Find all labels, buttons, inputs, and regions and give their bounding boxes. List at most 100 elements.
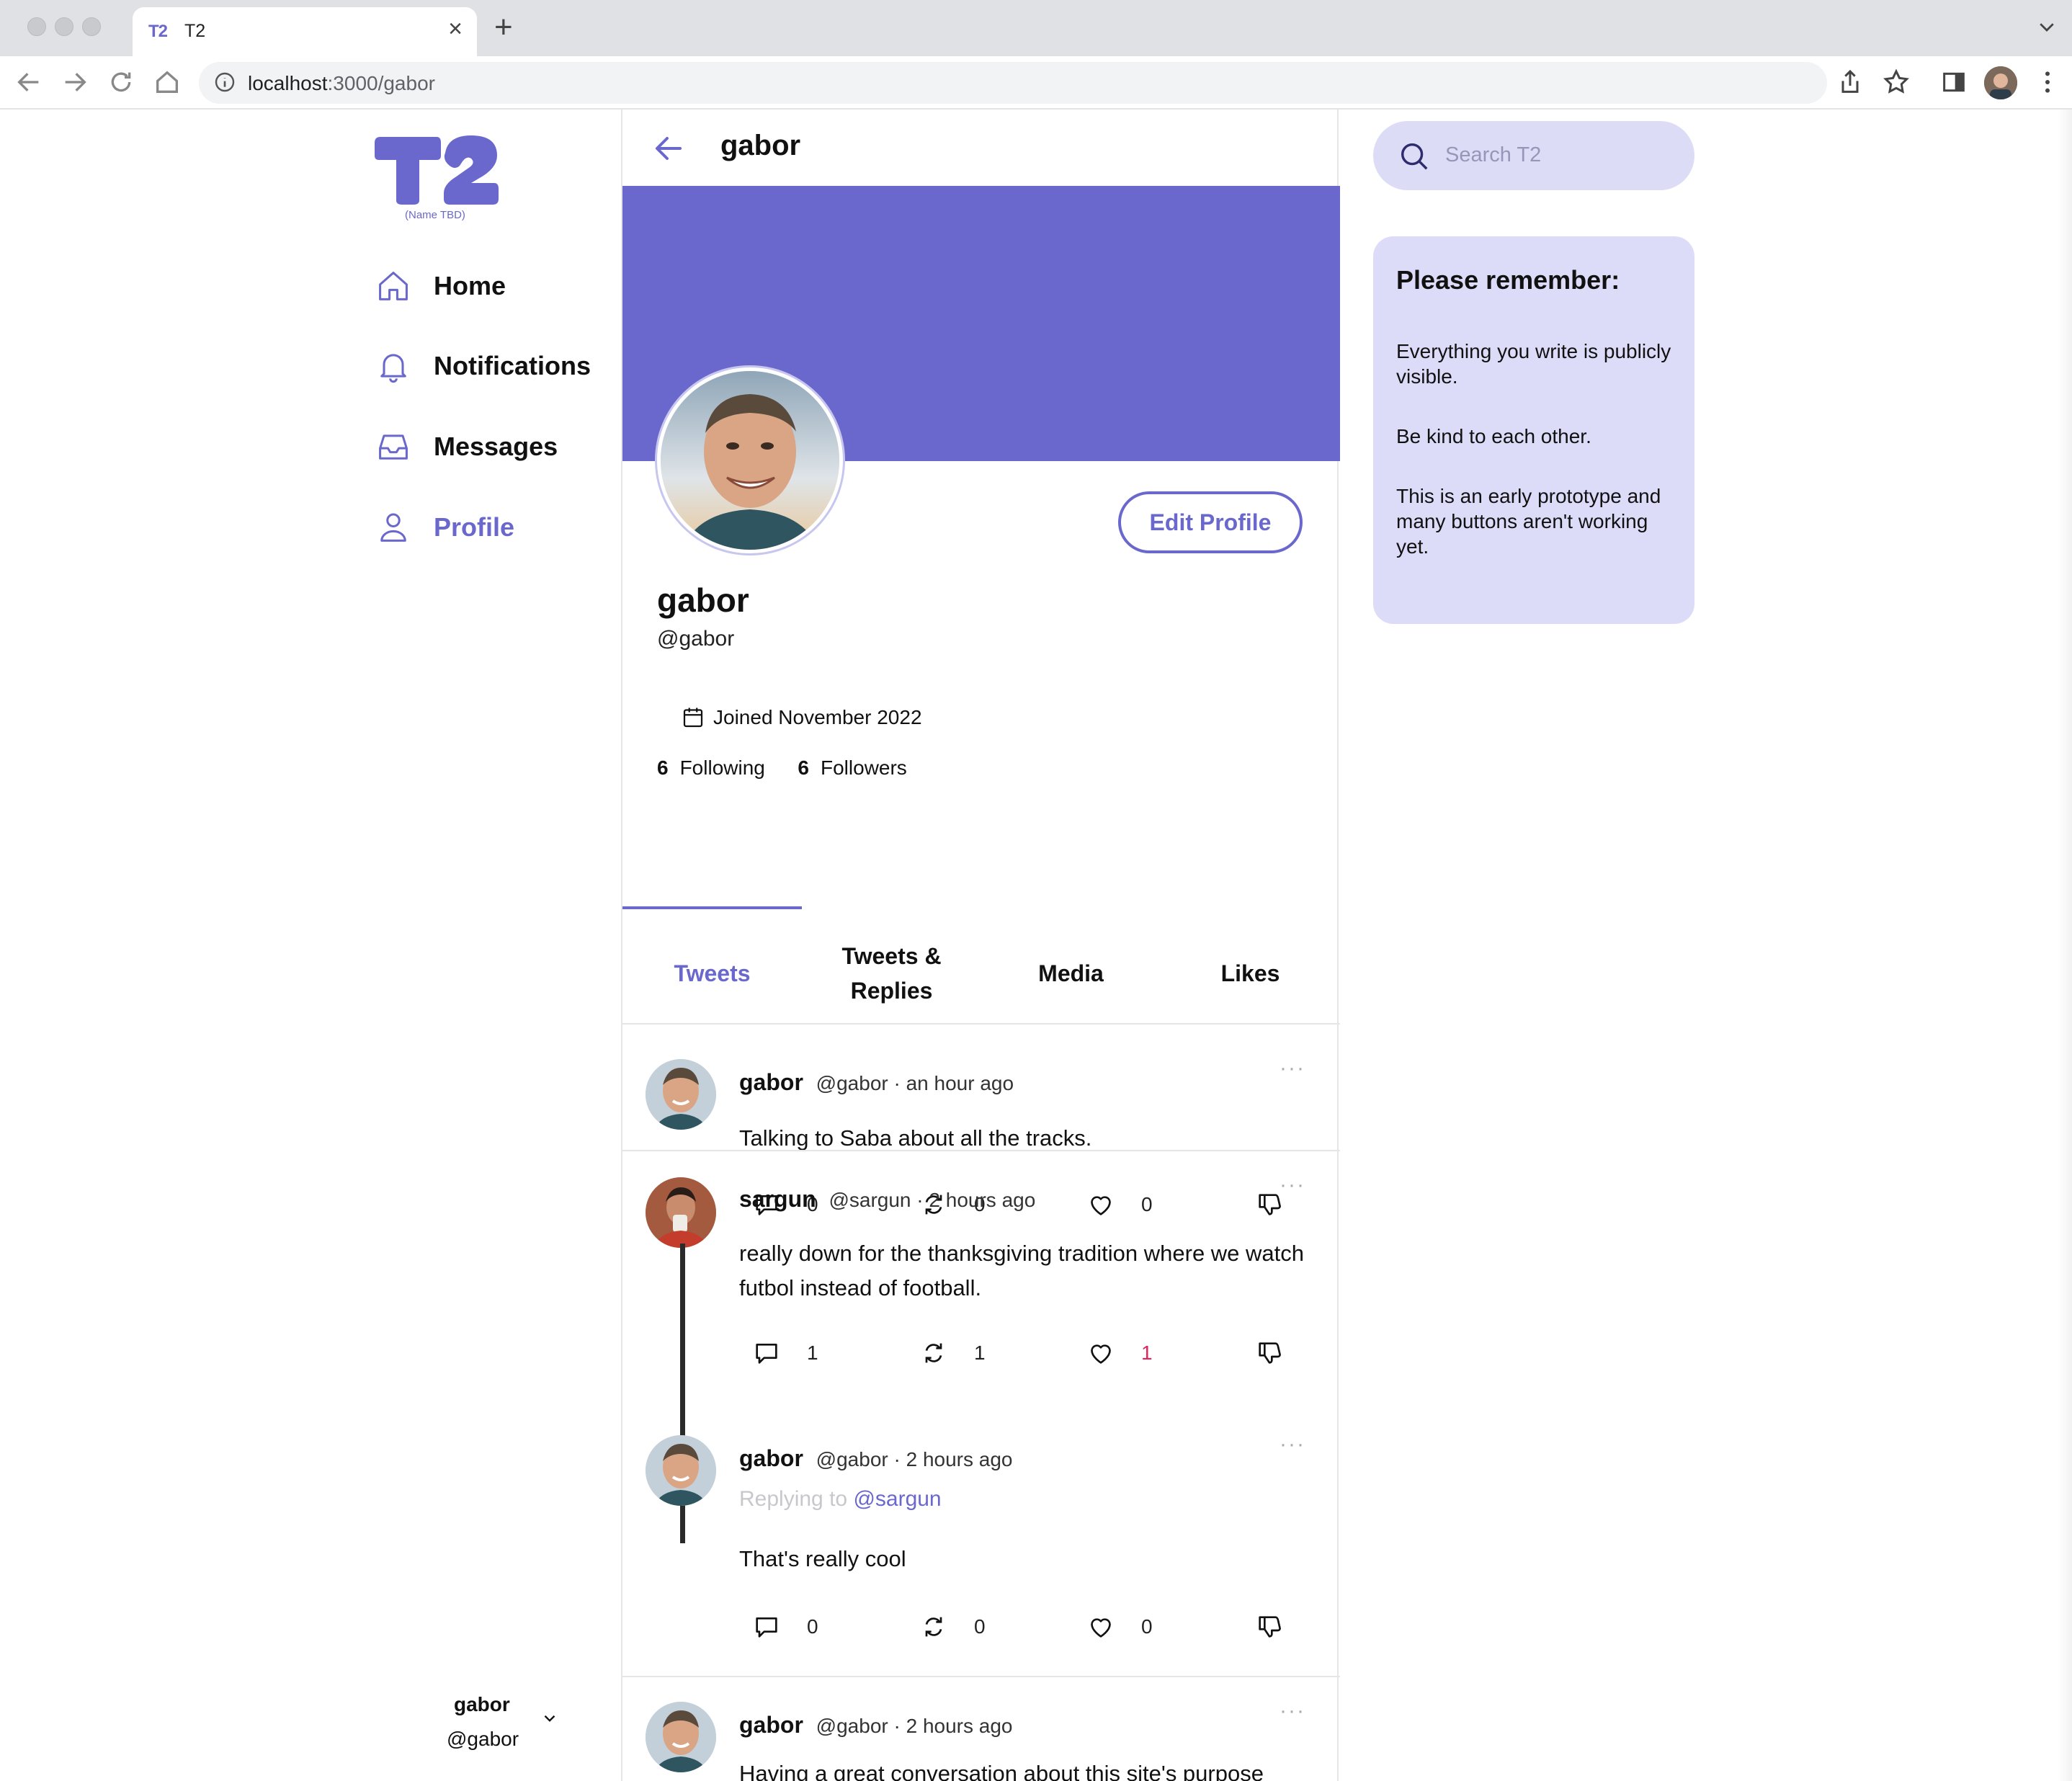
profile-avatar[interactable] xyxy=(657,367,843,553)
minimize-window-button[interactable] xyxy=(55,17,73,36)
like-count: 1 xyxy=(1141,1342,1153,1364)
more-options-icon[interactable]: ··· xyxy=(1280,1173,1305,1197)
following-stat[interactable]: 6 Following xyxy=(657,756,765,779)
tweet-avatar[interactable] xyxy=(646,1702,716,1772)
reminder-panel: Please remember: Everything you write is… xyxy=(1373,236,1694,624)
t2-logo[interactable] xyxy=(370,131,501,207)
like-count: 0 xyxy=(1141,1615,1153,1638)
reminder-line: Everything you write is publicly visible… xyxy=(1396,340,1671,388)
sidebar-item-label: Profile xyxy=(434,512,515,542)
browser-tab-bar: T2 T2 × + xyxy=(0,0,2072,56)
close-window-button[interactable] xyxy=(27,17,46,36)
more-options-icon[interactable]: ··· xyxy=(1280,1432,1305,1457)
tweet-body: That's really cool xyxy=(739,1546,906,1571)
back-icon[interactable] xyxy=(14,68,43,97)
dislike-action[interactable] xyxy=(1255,1339,1284,1367)
sidebar-item-messages[interactable]: Messages xyxy=(375,421,558,472)
forward-icon[interactable] xyxy=(61,68,89,97)
page-edge xyxy=(2058,110,2072,1781)
replying-to-handle[interactable]: @sargun xyxy=(853,1487,941,1511)
url-host: localhost xyxy=(248,72,328,94)
reply-action[interactable]: 1 xyxy=(752,1339,818,1367)
tweet-avatar[interactable] xyxy=(646,1059,716,1130)
sidebar-item-home[interactable]: Home xyxy=(375,261,506,311)
more-options-icon[interactable]: ··· xyxy=(1280,1699,1305,1723)
comment-icon xyxy=(756,1617,777,1638)
account-name: gabor xyxy=(454,1693,510,1715)
like-action[interactable]: 0 xyxy=(1086,1612,1153,1641)
new-tab-icon[interactable]: + xyxy=(494,12,513,43)
profile-header-bar: gabor xyxy=(622,110,1340,186)
tab-media[interactable]: Media xyxy=(981,924,1161,1023)
browser-tab[interactable]: T2 T2 × xyxy=(133,7,477,56)
tweet-author-handle: @gabor · xyxy=(816,1715,901,1737)
tweet-header: gabor @gabor · 2 hours ago xyxy=(739,1445,1012,1472)
reload-icon[interactable] xyxy=(107,68,135,97)
calendar-icon xyxy=(683,708,703,728)
browser-profile-avatar[interactable] xyxy=(1984,66,2017,99)
tab-close-icon[interactable]: × xyxy=(448,17,463,41)
sidebar-item-profile[interactable]: Profile xyxy=(375,502,514,553)
joined-date: Joined November 2022 xyxy=(680,705,922,731)
user-icon xyxy=(380,513,406,542)
tweet-card[interactable]: gabor @gabor · 2 hours ago ··· Having a … xyxy=(622,1677,1340,1781)
tab-tweets-and-replies[interactable]: Tweets & Replies xyxy=(802,924,981,1023)
followers-count: 6 xyxy=(798,756,809,779)
profile-handle: @gabor xyxy=(657,627,735,651)
tweet-author-name[interactable]: gabor xyxy=(739,1069,803,1095)
dislike-action[interactable] xyxy=(1255,1612,1284,1641)
follow-stats: 6 Following 6 Followers xyxy=(657,756,907,780)
address-bar[interactable]: localhost:3000/gabor xyxy=(199,62,1827,104)
tab-search-chevron-icon[interactable] xyxy=(2036,16,2058,37)
reply-count: 0 xyxy=(807,1615,818,1638)
browser-menu-icon[interactable] xyxy=(2033,68,2062,97)
retweet-icon xyxy=(925,1343,942,1363)
site-info-icon[interactable] xyxy=(213,71,236,94)
tweet-avatar[interactable] xyxy=(646,1177,716,1248)
tweet-time: an hour ago xyxy=(906,1072,1014,1094)
tab-tweets[interactable]: Tweets xyxy=(622,924,802,1023)
search-icon xyxy=(1401,143,1428,170)
replying-to-prefix: Replying to xyxy=(739,1487,848,1511)
tweet-time: 2 hours ago xyxy=(929,1189,1036,1211)
retweet-count: 0 xyxy=(974,1615,986,1638)
search-box[interactable]: Search T2 xyxy=(1373,121,1694,190)
tweet-header: gabor @gabor · an hour ago xyxy=(739,1069,1014,1096)
search-input[interactable]: Search T2 xyxy=(1445,143,1541,167)
tweet-card[interactable]: sargun @sargun · 2 hours ago ··· really … xyxy=(622,1151,1340,1408)
back-arrow-icon[interactable] xyxy=(651,131,686,166)
reminder-line: Be kind to each other. xyxy=(1396,425,1591,447)
tweet-author-name[interactable]: gabor xyxy=(739,1712,803,1738)
reply-action[interactable]: 0 xyxy=(752,1612,818,1641)
share-icon[interactable] xyxy=(1836,68,1865,97)
heart-icon xyxy=(1091,1344,1111,1364)
reminder-title: Please remember: xyxy=(1396,265,1620,295)
browser-toolbar: localhost:3000/gabor xyxy=(0,56,2072,110)
url-path: :3000/gabor xyxy=(327,72,435,94)
tweet-avatar[interactable] xyxy=(646,1435,716,1506)
zoom-window-button[interactable] xyxy=(82,17,101,36)
retweet-action[interactable]: 0 xyxy=(919,1612,986,1641)
tweet-author-name[interactable]: gabor xyxy=(739,1445,803,1471)
logo-subtitle: (Name TBD) xyxy=(405,209,465,221)
sidebar-item-notifications[interactable]: Notifications xyxy=(375,341,591,391)
side-panel-icon[interactable] xyxy=(1939,68,1968,97)
edit-profile-button[interactable]: Edit Profile xyxy=(1118,491,1303,553)
thumbs-down-icon xyxy=(1259,1616,1281,1638)
tweet-body: really down for the thanksgiving traditi… xyxy=(739,1241,1305,1300)
reminder-line: This is an early prototype and many butt… xyxy=(1396,485,1661,558)
followers-label: Followers xyxy=(821,756,907,779)
bookmark-star-icon[interactable] xyxy=(1882,68,1911,97)
followers-stat[interactable]: 6 Followers xyxy=(798,756,906,779)
retweet-action[interactable]: 1 xyxy=(919,1339,986,1367)
tweet-author-handle: @gabor · xyxy=(816,1448,901,1470)
following-count: 6 xyxy=(657,756,669,779)
url-text: localhost:3000/gabor xyxy=(248,72,435,95)
tweet-header: gabor @gabor · 2 hours ago xyxy=(739,1712,1012,1738)
tweet-author-name[interactable]: sargun xyxy=(739,1186,816,1212)
more-options-icon[interactable]: ··· xyxy=(1280,1056,1305,1081)
tab-likes[interactable]: Likes xyxy=(1161,924,1340,1023)
home-browser-icon[interactable] xyxy=(153,68,182,97)
reply-count: 1 xyxy=(807,1342,818,1364)
like-action[interactable]: 1 xyxy=(1086,1339,1153,1367)
